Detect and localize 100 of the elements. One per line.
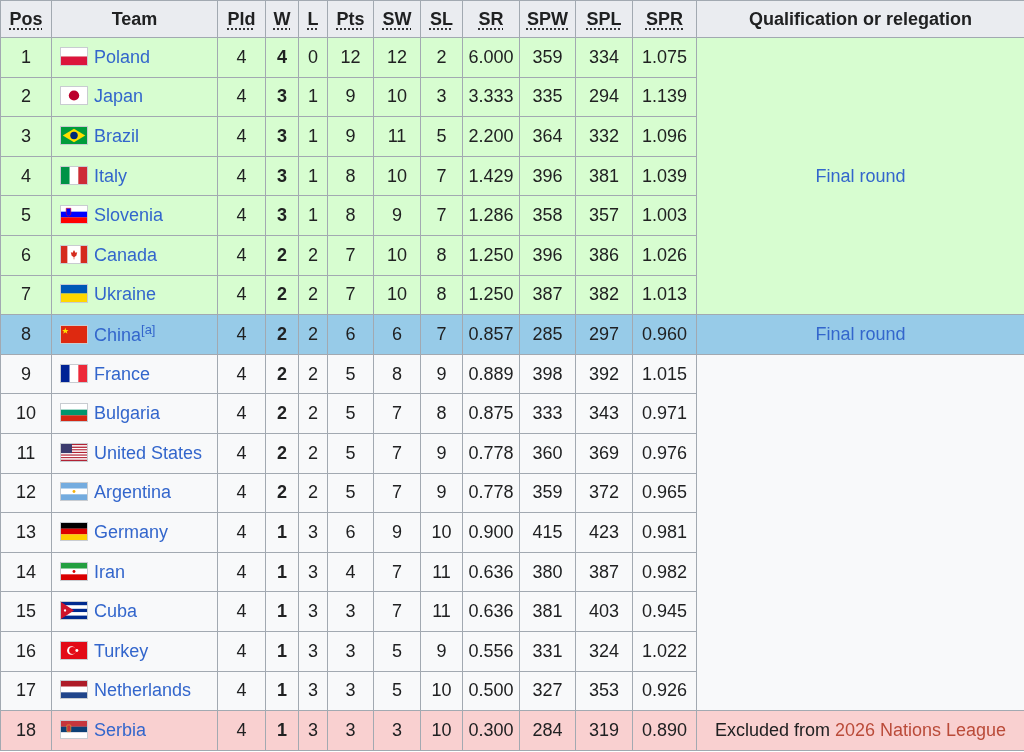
qualification-link[interactable]: Final round <box>815 165 906 186</box>
table-cell: 3 <box>327 710 374 751</box>
team-link[interactable]: France <box>94 363 151 384</box>
table-cell: 0.976 <box>632 433 697 474</box>
table-cell: 9 <box>327 116 374 157</box>
league-link[interactable]: 2026 Nations League <box>834 719 1007 740</box>
table-cell: 9 <box>373 512 421 553</box>
footnote-link[interactable]: [a] <box>141 322 156 338</box>
table-cell: 0.945 <box>632 591 697 632</box>
table-cell: 4 <box>217 116 266 157</box>
team-link[interactable]: China <box>94 325 142 346</box>
table-cell: 10 <box>373 235 421 276</box>
table-cell: 7 <box>0 275 52 315</box>
table-cell: 0.889 <box>462 354 520 394</box>
table-cell: 0.926 <box>632 671 697 711</box>
team-link[interactable]: Brazil <box>94 126 139 146</box>
table-cell: 8 <box>373 354 421 394</box>
table-cell: 5 <box>327 433 374 474</box>
table-cell: 16 <box>0 631 52 671</box>
abbreviation: Pos <box>9 8 43 29</box>
table-cell: 327 <box>519 671 576 711</box>
table-cell: 398 <box>519 354 576 394</box>
table-cell: 359 <box>519 473 576 513</box>
table-cell: 353 <box>575 671 633 711</box>
table-cell: 343 <box>575 393 633 434</box>
table-cell: 8 <box>420 393 463 434</box>
team-link[interactable]: Japan <box>94 86 144 107</box>
table-cell: 0.982 <box>632 552 697 592</box>
table-cell: 358 <box>519 195 576 236</box>
team-link[interactable]: Serbia <box>94 719 147 740</box>
table-cell: 4 <box>0 156 52 196</box>
table-cell: 4 <box>217 552 266 592</box>
table-cell: 18 <box>0 710 52 751</box>
table-cell: 10 <box>420 671 463 711</box>
table-cell: 8 <box>420 275 463 315</box>
team-link[interactable]: Italy <box>94 165 127 186</box>
table-cell: 1.429 <box>462 156 520 196</box>
table-cell: 7 <box>420 195 463 236</box>
table-cell: 10 <box>0 393 52 434</box>
team-link[interactable]: Cuba <box>94 601 138 622</box>
team-link[interactable]: Iran <box>94 561 126 582</box>
table-cell: 1.250 <box>462 235 520 276</box>
table-cell: 0.636 <box>462 552 520 592</box>
table-cell: 0.981 <box>632 512 697 553</box>
team-link[interactable]: Canada <box>94 244 158 265</box>
team-link[interactable]: Turkey <box>94 640 149 661</box>
table-cell: 1.039 <box>632 156 697 196</box>
table-cell: 0.778 <box>462 473 520 513</box>
abbreviation: SPR <box>646 8 683 29</box>
column-header: Team <box>51 0 218 38</box>
abbreviation: SL <box>430 8 453 29</box>
table-cell: 7 <box>373 433 421 474</box>
table-cell: 4 <box>217 512 266 553</box>
abbreviation: L <box>307 8 319 29</box>
table-cell: 392 <box>575 354 633 394</box>
team-link[interactable]: Poland <box>94 46 151 67</box>
abbreviation: Pld <box>227 8 256 29</box>
table-cell: 8 <box>327 156 374 196</box>
table-cell: 4 <box>217 433 266 474</box>
column-header: Qualification or relegation <box>696 0 1024 38</box>
team-link[interactable]: Ukraine <box>94 284 157 305</box>
table-cell: 8 <box>0 314 52 355</box>
table-cell: 297 <box>575 314 633 355</box>
table-cell: 331 <box>519 631 576 671</box>
table-cell: 3 <box>327 591 374 632</box>
table-cell: 6 <box>327 512 374 553</box>
table-cell: 7 <box>373 591 421 632</box>
table-cell: 1.139 <box>632 77 697 117</box>
table-cell: 357 <box>575 195 633 236</box>
table-cell: 335 <box>519 77 576 117</box>
table-cell: 319 <box>575 710 633 751</box>
table-cell: 11 <box>420 591 463 632</box>
table-cell: 396 <box>519 156 576 196</box>
table-cell: 4 <box>217 631 266 671</box>
table-cell: 1.075 <box>632 37 697 78</box>
qualification-link[interactable]: Final round <box>815 323 906 344</box>
table-cell: 9 <box>327 77 374 117</box>
table-cell: 415 <box>519 512 576 553</box>
table-cell: 387 <box>575 552 633 592</box>
abbreviation: SPL <box>586 8 622 29</box>
table-cell: 3 <box>327 631 374 671</box>
table-cell: 15 <box>0 591 52 632</box>
table-cell: 6 <box>0 235 52 276</box>
table-cell: 2.200 <box>462 116 520 157</box>
table-cell: 4 <box>217 156 266 196</box>
table-cell: 4 <box>217 473 266 513</box>
table-cell: 11 <box>420 552 463 592</box>
table-cell: 0.875 <box>462 393 520 434</box>
table-cell: 0.556 <box>462 631 520 671</box>
table-cell: 4 <box>217 591 266 632</box>
table-cell: 10 <box>373 156 421 196</box>
table-cell: 3 <box>420 77 463 117</box>
table-cell: 7 <box>327 235 374 276</box>
table-cell: 9 <box>0 354 52 394</box>
table-cell: 403 <box>575 591 633 632</box>
table-cell: 387 <box>519 275 576 315</box>
table-cell: 5 <box>373 631 421 671</box>
table-cell: 5 <box>420 116 463 157</box>
table-cell: 0.636 <box>462 591 520 632</box>
table-cell: 10 <box>373 275 421 315</box>
